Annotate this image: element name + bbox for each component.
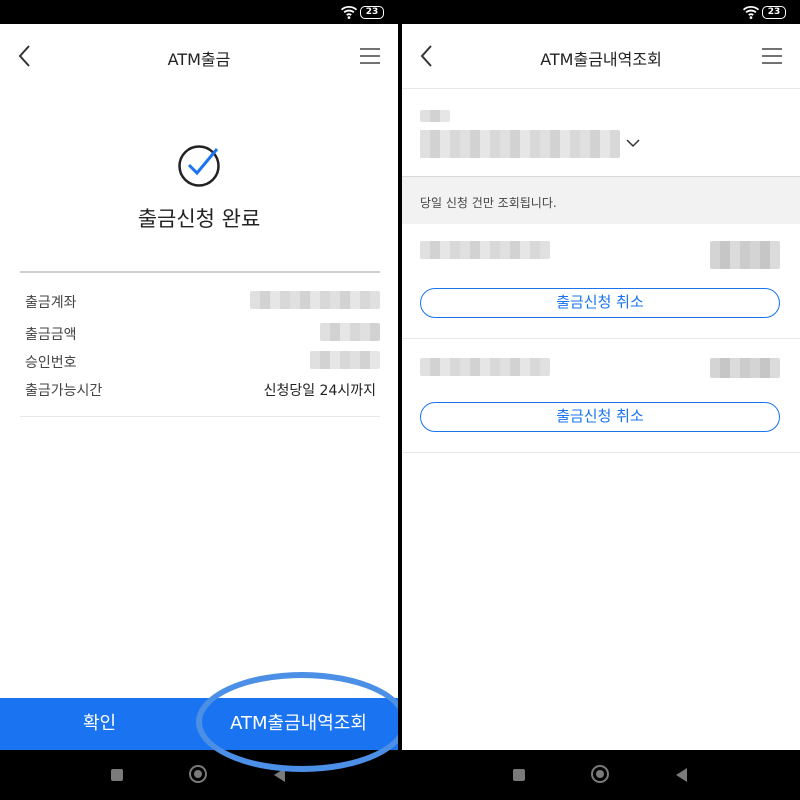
battery-icon: 23: [762, 6, 786, 19]
detail-label-account: 출금계좌: [25, 295, 77, 311]
masked-item-date: [420, 241, 550, 259]
status-bar: 23: [0, 0, 398, 24]
system-nav-bar: [402, 750, 800, 800]
app-bar: ATM출금: [0, 24, 398, 88]
chevron-down-icon[interactable]: [626, 138, 640, 148]
page-title: ATM출금내역조회: [540, 50, 662, 69]
divider: [20, 416, 380, 417]
menu-icon[interactable]: [360, 47, 380, 65]
detail-label-approval-number: 승인번호: [25, 355, 77, 371]
notice-text: 당일 신청 건만 조회됩니다.: [420, 196, 557, 210]
masked-item-date: [420, 358, 550, 376]
detail-value-available-time: 신청당일 24시까지: [263, 383, 376, 399]
system-nav-bar: [0, 750, 398, 800]
back-arrow-icon[interactable]: [16, 44, 34, 68]
wifi-icon: [340, 5, 358, 19]
cancel-withdraw-button[interactable]: 출금신청 취소: [420, 402, 780, 432]
status-bar: 23: [402, 0, 800, 24]
bottom-action-bar: 확인 ATM출금내역조회: [0, 698, 398, 750]
battery-icon: 23: [360, 6, 384, 19]
back-nav-icon[interactable]: [676, 768, 687, 782]
detail-label-available-time: 출금가능시간: [25, 383, 103, 399]
masked-account-name[interactable]: [420, 110, 450, 122]
app-bar: ATM출금내역조회: [402, 24, 800, 88]
masked-account-value: [250, 291, 380, 309]
masked-item-amount: [710, 241, 780, 269]
atm-history-button[interactable]: ATM출금내역조회: [199, 698, 398, 750]
menu-icon[interactable]: [762, 47, 782, 65]
home-icon[interactable]: [591, 765, 609, 783]
notice-banner: 당일 신청 건만 조회됩니다.: [402, 176, 800, 224]
page-title: ATM출금: [167, 50, 231, 69]
divider: [20, 271, 380, 273]
divider: [402, 88, 800, 89]
cancel-withdraw-button[interactable]: 출금신청 취소: [420, 288, 780, 318]
recent-apps-icon[interactable]: [111, 769, 123, 781]
home-icon[interactable]: [189, 765, 207, 783]
recent-apps-icon[interactable]: [513, 769, 525, 781]
masked-amount-value: [320, 323, 380, 341]
back-arrow-icon[interactable]: [418, 44, 436, 68]
confirm-button[interactable]: 확인: [0, 698, 199, 750]
divider: [402, 338, 800, 339]
wifi-icon: [742, 5, 760, 19]
masked-account-selector[interactable]: [420, 130, 620, 158]
atm-withdraw-history-screen: 23 ATM출금내역조회 당일 신청 건만 조회됩니다. 출금신청 취소 출금신…: [402, 0, 800, 800]
detail-label-amount: 출금금액: [25, 327, 77, 343]
masked-approval-value: [310, 351, 380, 369]
divider: [402, 452, 800, 453]
masked-item-amount: [710, 358, 780, 378]
completion-title: 출금신청 완료: [137, 207, 261, 231]
back-nav-icon[interactable]: [274, 768, 285, 782]
check-circle-icon: [178, 145, 220, 187]
atm-withdraw-complete-screen: 23 ATM출금 출금신청 완료 출금계좌 출금금액 승인번호 출금가능시간 신…: [0, 0, 398, 800]
